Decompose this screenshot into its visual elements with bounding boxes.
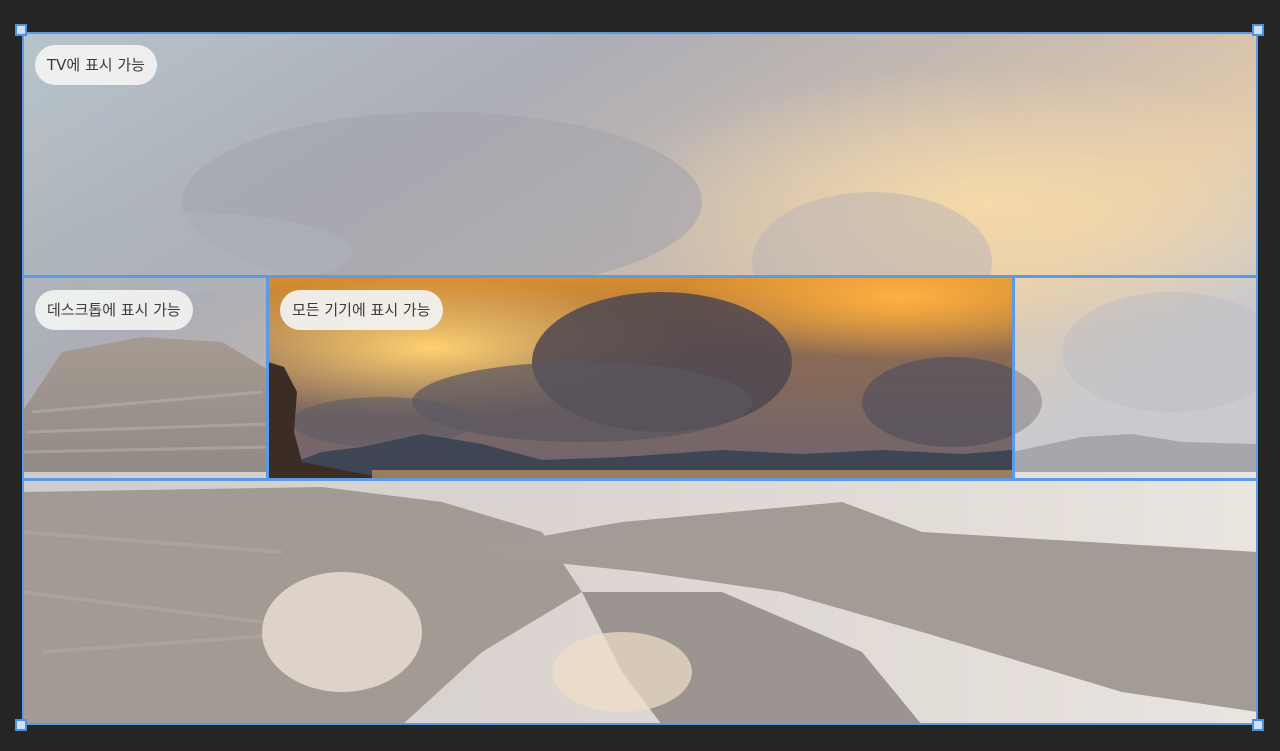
all-devices-area-label: 모든 기기에 표시 가능 (280, 290, 443, 330)
crop-handle-bottom-left-icon[interactable] (15, 719, 27, 731)
crop-handle-top-right-icon[interactable] (1252, 24, 1264, 36)
tv-area-right-guide (1256, 32, 1258, 725)
crop-handle-top-left-icon[interactable] (15, 24, 27, 36)
all-devices-area-right-guide (1012, 275, 1015, 481)
banner-image (22, 32, 1258, 725)
desktop-area-top-guide (22, 275, 1258, 278)
tv-area-top-guide (22, 32, 1258, 34)
tv-area-left-guide (22, 32, 24, 725)
desktop-area-label: 데스크톱에 표시 가능 (35, 290, 193, 330)
tv-area-bottom-guide (22, 723, 1258, 725)
tv-area-label: TV에 표시 가능 (35, 45, 157, 85)
crop-handle-bottom-right-icon[interactable] (1252, 719, 1264, 731)
banner-preview-canvas[interactable]: TV에 표시 가능 데스크톱에 표시 가능 모든 기기에 표시 가능 (22, 32, 1258, 725)
desktop-area-bottom-guide (22, 478, 1258, 481)
all-devices-area-left-guide (266, 275, 269, 481)
